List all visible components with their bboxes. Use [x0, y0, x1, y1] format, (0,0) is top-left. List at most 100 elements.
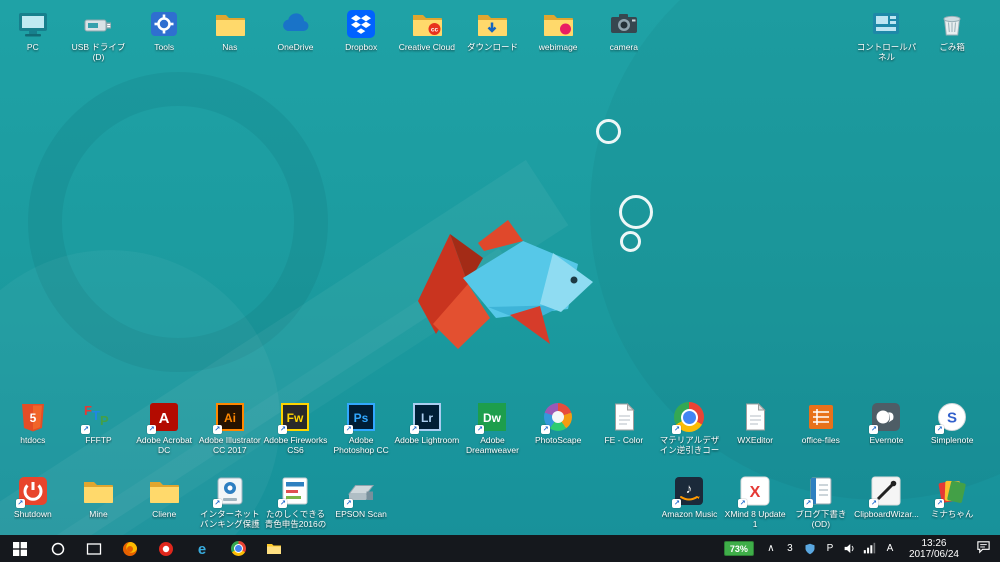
desktop-icon-rapport[interactable]: ↗ インターネットバンキング保護 [197, 473, 263, 530]
desktop-icon-2016[interactable]: ↗ たのしくできる青色申告2016の起動 [263, 473, 329, 530]
photoscape-icon: ↗ [540, 399, 576, 435]
desktop-icon-adobe-acrobat-dc[interactable]: A ↗ Adobe Acrobat DC [131, 399, 197, 456]
desktop-icon-adobe-fireworks-cs6[interactable]: Fw ↗ Adobe Fireworks CS6 [263, 399, 329, 456]
desktop-icon-label: ブログ下書き (OD) [795, 510, 847, 529]
taskbar-clock[interactable]: 13:26 2017/06/24 [909, 538, 959, 560]
chrome-app-icon: ↗ [671, 399, 707, 435]
desktop-icon-label: ダウンロード [466, 43, 518, 52]
desktop-icon-label: コントロールパネル [856, 43, 917, 62]
bubble-shape [619, 195, 653, 229]
desktop-icon-adobe-lightroom[interactable]: Lr ↗ Adobe Lightroom [394, 399, 460, 456]
desktop-icon-usb-d[interactable]: USB ドライブ (D) [66, 6, 132, 63]
tray-tray-p-icon[interactable]: P [823, 535, 837, 562]
svg-text:Ai: Ai [224, 411, 236, 425]
tray-tray-3-icon[interactable]: 3 [783, 535, 797, 562]
desktop-icon-evernote[interactable]: ↗ Evernote [854, 399, 920, 456]
recycle-bin-icon [934, 6, 970, 42]
battery-percent-badge[interactable]: 73% [723, 541, 754, 556]
desktop-icon-photoscape[interactable]: ↗ PhotoScape [525, 399, 591, 456]
desktop-icon-fe-color[interactable]: FE - Color [591, 399, 657, 456]
folder-webimage-icon [540, 6, 576, 42]
tray-ime-mode-icon[interactable]: A [883, 535, 897, 562]
bubble-shape [620, 231, 641, 252]
desktop-icon-cards[interactable]: ↗ ミナちゃん [919, 473, 985, 530]
desktop-icon-tools[interactable]: Tools [131, 6, 197, 63]
desktop-icon-label: Nas [222, 43, 238, 52]
desktop-icon-label: Adobe Dreamweaver C... [466, 436, 519, 456]
desktop-icon-adobe-illustrator-cc-2017[interactable]: Ai ↗ Adobe Illustrator CC 2017 [197, 399, 263, 456]
desktop-icon-wxeditor[interactable]: WXEditor [722, 399, 788, 456]
shortcut-arrow-icon: ↗ [672, 425, 682, 434]
cards-icon: ↗ [934, 473, 970, 509]
taskbar-task-view-button[interactable] [76, 535, 112, 562]
desktop-icon-label: Adobe Acrobat DC [136, 436, 193, 455]
svg-text:Ps: Ps [354, 411, 369, 425]
desktop-icon-label: Tools [154, 43, 175, 52]
folder-icon [212, 6, 248, 42]
shortcut-arrow-icon: ↗ [803, 499, 813, 508]
svg-text:Lr: Lr [421, 411, 433, 425]
shortcut-arrow-icon: ↗ [15, 499, 25, 508]
desktop-icon-label: EPSON Scan [335, 510, 387, 519]
desktop-icon-ffftp[interactable]: F T P ↗ FFFTP [66, 399, 132, 456]
shortcut-arrow-icon: ↗ [738, 499, 748, 508]
desktop-icon-cliene[interactable]: Cliene [131, 473, 197, 530]
action-center-button[interactable] [968, 535, 998, 562]
evernote-icon: ↗ [868, 399, 904, 435]
desktop-icon-label: FE - Color [604, 436, 644, 445]
tray-network-icon[interactable] [863, 535, 877, 562]
desktop-icon-label: camera [609, 43, 638, 52]
svg-text:5: 5 [29, 411, 36, 425]
task-view-icon [86, 541, 102, 557]
desktop-icon-recycle-bin[interactable]: ごみ箱 [919, 6, 985, 63]
red-app-icon [158, 541, 174, 557]
desktop-surface[interactable]: PC USB ドライブ (D) Tools Nas OneDrive Dropbox cc C… [0, 0, 1000, 562]
system-tray: 73% ∧ 3P A 13:26 2017/06/24 [723, 535, 1000, 562]
desktop-icon-shutdown[interactable]: ↗ Shutdown [0, 473, 66, 530]
desktop-icon-mine[interactable]: Mine [66, 473, 132, 530]
adobe-ai-icon: Ai ↗ [212, 399, 248, 435]
pc-icon [15, 6, 51, 42]
taskbar-edge-button[interactable]: e [184, 535, 220, 562]
desktop-icon-office-files[interactable]: office-files [788, 399, 854, 456]
desktop-icon-clipboardwizar[interactable]: ↗ ClipboardWizar... [854, 473, 920, 530]
desktop-icon-creative-cloud[interactable]: cc Creative Cloud [394, 6, 460, 63]
taskbar-file-explorer-button[interactable] [256, 535, 292, 562]
desktop-icon-dropbox[interactable]: Dropbox [328, 6, 394, 63]
svg-text:Fw: Fw [287, 411, 304, 425]
desktop-icon-od[interactable]: ↗ ブログ下書き (OD) [788, 473, 854, 530]
svg-text:X: X [750, 484, 761, 501]
file-doc-icon [606, 399, 642, 435]
desktop-icon-folder-download[interactable]: ダウンロード [460, 6, 526, 63]
taskbar-search-button[interactable] [40, 535, 76, 562]
desktop-icon-simplenote[interactable]: S ↗ Simplenote [919, 399, 985, 456]
tray-volume-icon[interactable] [843, 535, 857, 562]
desktop-icon-nas[interactable]: Nas [197, 6, 263, 63]
tray-tray-shield-icon[interactable] [803, 535, 817, 562]
start-button[interactable] [0, 535, 40, 562]
taskbar-firefox-button[interactable] [112, 535, 148, 562]
desktop-icon-htdocs[interactable]: 5 htdocs [0, 399, 66, 456]
desktop-icon-chrome-app[interactable]: ↗ マテリアルデザイン逆引きコード [657, 399, 723, 456]
desktop-icon-amazon-music[interactable]: ♪ ↗ Amazon Music [657, 473, 723, 530]
desktop-icon-webimage[interactable]: webimage [525, 6, 591, 63]
shortcut-arrow-icon: ↗ [409, 425, 419, 434]
shortcut-arrow-icon: ↗ [869, 499, 879, 508]
desktop-icon-epson-scan[interactable]: ↗ EPSON Scan [328, 473, 394, 530]
edge-icon: e [194, 541, 210, 557]
desktop-icon-label: webimage [538, 43, 578, 52]
desktop-icon-camera[interactable]: camera [591, 6, 657, 63]
taskbar-red-app-button[interactable] [148, 535, 184, 562]
hidden-icons-chevron-icon[interactable]: ∧ [764, 543, 778, 554]
shortcut-arrow-icon: ↗ [212, 499, 222, 508]
onedrive-icon [277, 6, 313, 42]
desktop-icon-adobe-dreamweaver-c[interactable]: Dw↗Adobe Dreamweaver C... [460, 399, 526, 456]
desktop-icon-control-panel[interactable]: コントロールパネル [854, 6, 920, 63]
taskbar-chrome-button[interactable] [220, 535, 256, 562]
desktop-icon-pc[interactable]: PC [0, 6, 66, 63]
desktop-icon-onedrive[interactable]: OneDrive [263, 6, 329, 63]
shortcut-arrow-icon: ↗ [475, 425, 485, 434]
desktop-icon-adobe-photoshop-cc-2017[interactable]: Ps↗Adobe Photoshop CC 2017 [328, 399, 394, 456]
svg-text:S: S [947, 410, 957, 427]
desktop-icon-xmind-8-update-1[interactable]: X ↗ XMind 8 Update 1 [722, 473, 788, 530]
